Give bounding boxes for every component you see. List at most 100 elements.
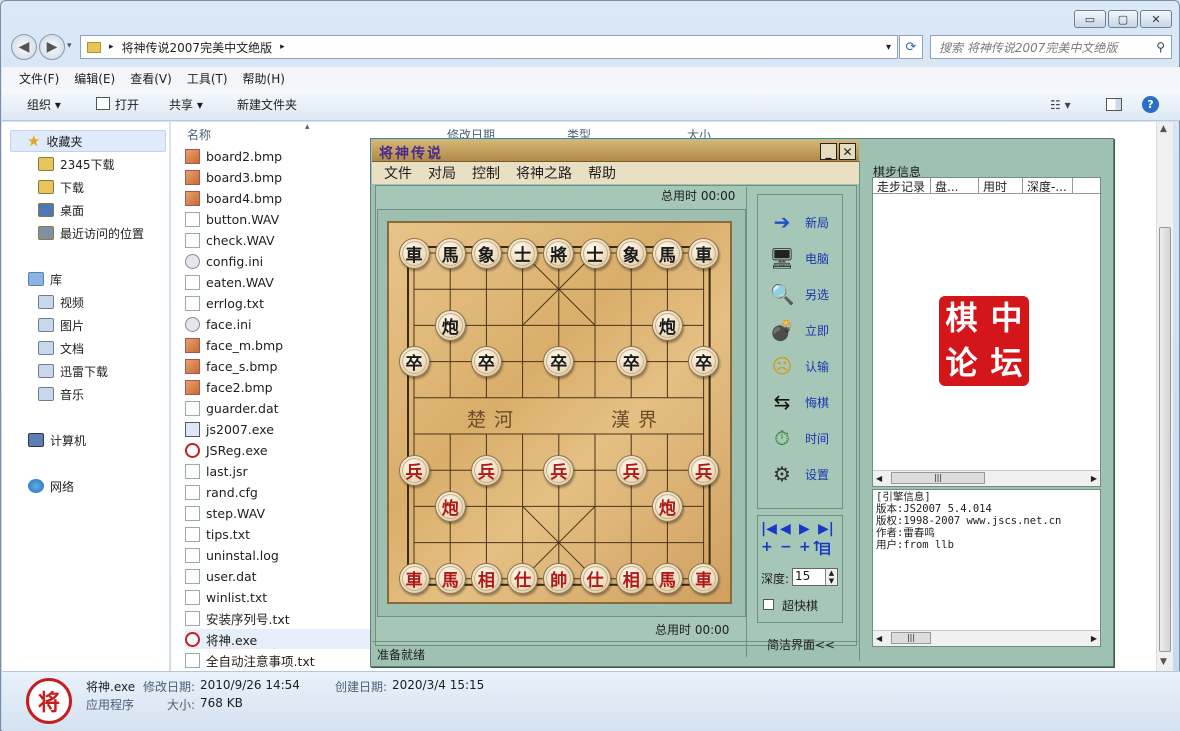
preview-pane-icon[interactable] <box>1106 98 1122 111</box>
organize-button[interactable]: 组织 ▾ <box>27 96 61 113</box>
black-piece[interactable]: 士 <box>507 237 539 269</box>
nav-computer[interactable]: 计算机 <box>28 429 194 451</box>
black-piece[interactable]: 卒 <box>398 346 430 378</box>
black-piece[interactable]: 馬 <box>434 237 466 269</box>
black-piece[interactable]: 將 <box>543 237 575 269</box>
file-row[interactable]: eaten.WAV <box>185 272 375 292</box>
file-row[interactable]: 全自动注意事项.txt <box>185 650 375 670</box>
file-row[interactable]: guarder.dat <box>185 398 375 418</box>
file-row[interactable]: board3.bmp <box>185 167 375 187</box>
file-row[interactable]: face2.bmp <box>185 377 375 397</box>
nav-favorites[interactable]: ★ 收藏夹 <box>10 130 166 152</box>
red-piece[interactable]: 兵 <box>688 454 720 486</box>
settings-button[interactable]: ⚙ 设置 <box>767 459 829 489</box>
minimize-button[interactable]: ▭ <box>1074 10 1106 28</box>
move-list-hscroll[interactable]: ◀ ||| ▶ <box>873 470 1100 486</box>
red-piece[interactable]: 兵 <box>470 454 502 486</box>
stepper-arrows-icon[interactable]: ▲ ▼ <box>825 569 837 585</box>
file-row[interactable]: last.jsr <box>185 461 375 481</box>
red-piece[interactable]: 相 <box>615 563 647 595</box>
red-piece[interactable]: 炮 <box>651 490 683 522</box>
file-row[interactable]: user.dat <box>185 566 375 586</box>
nav-network[interactable]: 网络 <box>28 475 194 497</box>
share-button[interactable]: 共享 ▾ <box>169 96 203 113</box>
playback-button[interactable]: ▶ <box>799 521 818 537</box>
black-piece[interactable]: 象 <box>615 237 647 269</box>
depth-stepper[interactable]: 15 ▲ ▼ <box>792 568 838 586</box>
menu-item[interactable]: 工具(T) <box>187 70 228 87</box>
file-row[interactable]: winlist.txt <box>185 587 375 607</box>
game-close-button[interactable]: ✕ <box>839 143 856 160</box>
file-row[interactable]: check.WAV <box>185 230 375 250</box>
red-piece[interactable]: 車 <box>398 563 430 595</box>
simple-ui-button[interactable]: 简洁界面<< <box>767 636 835 653</box>
black-piece[interactable]: 炮 <box>651 309 683 341</box>
black-piece[interactable]: 車 <box>688 237 720 269</box>
file-row[interactable]: JSReg.exe <box>185 440 375 460</box>
black-piece[interactable]: 馬 <box>651 237 683 269</box>
computer-button[interactable]: 🖥 电脑 <box>767 243 829 273</box>
immediate-button[interactable]: 💣 立即 <box>767 315 829 345</box>
reselect-button[interactable]: 🔍 另选 <box>767 279 829 309</box>
menu-item[interactable]: 文件(F) <box>19 70 59 87</box>
history-dropdown-icon[interactable]: ▾ <box>67 41 72 51</box>
file-row[interactable]: config.ini <box>185 251 375 271</box>
search-input[interactable]: 搜索 将神传说2007完美中文绝版 ⚲ <box>930 35 1172 59</box>
file-row[interactable]: errlog.txt <box>185 293 375 313</box>
black-piece[interactable]: 卒 <box>688 346 720 378</box>
move-column-header[interactable]: 用时 <box>979 178 1023 193</box>
menu-item[interactable]: 查看(V) <box>130 70 172 87</box>
refresh-icon[interactable]: ⟳ <box>899 35 923 59</box>
search-icon[interactable]: ⚲ <box>1156 40 1165 54</box>
red-piece[interactable]: 馬 <box>434 563 466 595</box>
scrollbar-thumb[interactable] <box>1159 227 1171 652</box>
red-piece[interactable]: 相 <box>470 563 502 595</box>
game-menu-item[interactable]: 将神之路 <box>516 163 572 183</box>
open-button[interactable]: 打开 <box>115 96 139 113</box>
file-row[interactable]: 将神.exe <box>185 629 385 649</box>
file-row[interactable]: step.WAV <box>185 503 375 523</box>
black-piece[interactable]: 卒 <box>470 346 502 378</box>
game-menu-item[interactable]: 对局 <box>428 163 456 183</box>
maximize-button[interactable]: ▢ <box>1108 10 1138 28</box>
game-menu-item[interactable]: 文件 <box>384 163 412 183</box>
file-row[interactable]: face.ini <box>185 314 375 334</box>
file-row[interactable]: button.WAV <box>185 209 375 229</box>
red-piece[interactable]: 兵 <box>398 454 430 486</box>
playback-button[interactable]: + <box>761 539 780 559</box>
file-row[interactable]: 安装序列号.txt <box>185 608 375 628</box>
close-button[interactable]: ✕ <box>1140 10 1172 28</box>
menu-item[interactable]: 帮助(H) <box>243 70 285 87</box>
view-options-icon[interactable]: ☷ ▾ <box>1050 98 1071 112</box>
file-row[interactable]: face_m.bmp <box>185 335 375 355</box>
game-minimize-button[interactable]: _ <box>820 143 837 160</box>
time-button[interactable]: ⏱ 时间 <box>767 423 829 453</box>
red-piece[interactable]: 兵 <box>543 454 575 486</box>
black-piece[interactable]: 車 <box>398 237 430 269</box>
address-dropdown-icon[interactable]: ▾ <box>886 42 891 53</box>
black-piece[interactable]: 炮 <box>434 309 466 341</box>
black-piece[interactable]: 士 <box>579 237 611 269</box>
file-row[interactable]: face_s.bmp <box>185 356 375 376</box>
file-row[interactable]: rand.cfg <box>185 482 375 502</box>
game-menu-item[interactable]: 控制 <box>472 163 500 183</box>
file-row[interactable]: uninstal.log <box>185 545 375 565</box>
nav-libraries[interactable]: 库 <box>28 268 194 290</box>
black-piece[interactable]: 象 <box>470 237 502 269</box>
resign-button[interactable]: ☹ 认输 <box>767 351 829 381</box>
playback-button[interactable]: − <box>780 539 799 559</box>
new-game-button[interactable]: ➔ 新局 <box>767 207 829 237</box>
address-path[interactable]: 将神传说2007完美中文绝版 <box>122 39 273 56</box>
menu-item[interactable]: 编辑(E) <box>74 70 115 87</box>
file-row[interactable]: js2007.exe <box>185 419 375 439</box>
red-piece[interactable]: 仕 <box>579 563 611 595</box>
playback-button[interactable]: 目 <box>818 539 837 559</box>
engine-info-hscroll[interactable]: ◀ ||| ▶ <box>873 630 1100 646</box>
move-column-header[interactable]: 盘... <box>931 178 979 193</box>
vertical-scrollbar[interactable]: ▲ ▼ <box>1156 122 1173 671</box>
playback-button[interactable]: |◀ <box>761 521 780 537</box>
chess-board[interactable]: 楚河 漢界 車馬象士將士象馬車炮炮卒卒卒卒卒兵兵兵兵兵炮炮車馬相仕帥仕相馬車 <box>387 221 732 604</box>
new-folder-button[interactable]: 新建文件夹 <box>237 96 297 113</box>
move-column-header[interactable]: 深度-... <box>1023 178 1073 193</box>
playback-button[interactable]: ▶| <box>818 521 837 537</box>
